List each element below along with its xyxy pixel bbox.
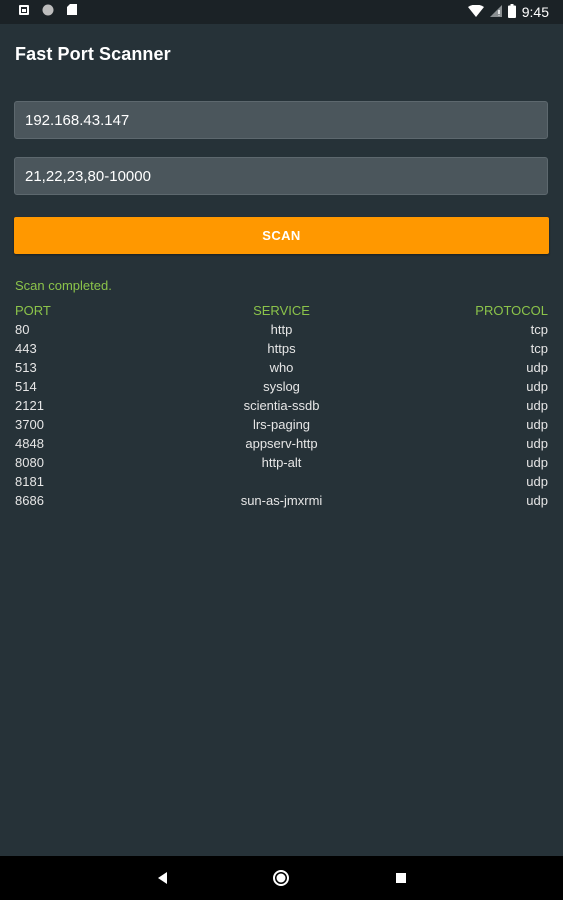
port-cell: 8686 bbox=[15, 493, 44, 508]
table-row: 4848 appserv-http udp bbox=[15, 434, 548, 453]
ports-input[interactable] bbox=[14, 157, 548, 195]
scan-button[interactable]: SCAN bbox=[14, 217, 549, 254]
table-header: PORT SERVICE PROTOCOL bbox=[15, 301, 548, 320]
service-cell: sun-as-jmxrmi bbox=[240, 493, 323, 508]
service-header: SERVICE bbox=[253, 303, 310, 318]
protocol-cell: udp bbox=[526, 398, 548, 413]
service-cell: lrs-paging bbox=[252, 417, 311, 432]
navigation-bar bbox=[0, 856, 563, 900]
service-cell: scientia-ssdb bbox=[243, 398, 320, 413]
ip-address-input[interactable] bbox=[14, 101, 548, 139]
table-row: 80 http tcp bbox=[15, 320, 548, 339]
circle-notification-icon bbox=[42, 3, 54, 21]
port-cell: 4848 bbox=[15, 436, 44, 451]
port-cell: 443 bbox=[15, 341, 37, 356]
recents-icon[interactable] bbox=[392, 869, 410, 887]
protocol-cell: udp bbox=[526, 455, 548, 470]
service-cell: syslog bbox=[263, 379, 300, 394]
back-icon[interactable] bbox=[153, 869, 171, 887]
service-cell: http bbox=[270, 322, 293, 337]
protocol-cell: udp bbox=[526, 360, 548, 375]
port-cell: 8080 bbox=[15, 455, 44, 470]
port-cell: 8181 bbox=[15, 474, 44, 489]
results-table: PORT SERVICE PROTOCOL 80 http tcp 443 ht… bbox=[15, 301, 548, 510]
table-row: 513 who udp bbox=[15, 358, 548, 377]
photo-notification-icon bbox=[18, 3, 30, 21]
app-title: Fast Port Scanner bbox=[15, 43, 171, 64]
port-cell: 514 bbox=[15, 379, 37, 394]
table-row: 443 https tcp bbox=[15, 339, 548, 358]
service-cell: who bbox=[269, 360, 294, 375]
service-cell: http-alt bbox=[261, 455, 302, 470]
status-bar: 9:45 bbox=[0, 0, 563, 24]
table-row: 8080 http-alt udp bbox=[15, 453, 548, 472]
home-icon[interactable] bbox=[272, 869, 290, 887]
port-cell: 80 bbox=[15, 322, 30, 337]
protocol-header: PROTOCOL bbox=[475, 303, 548, 318]
protocol-cell: udp bbox=[526, 379, 548, 394]
port-header: PORT bbox=[15, 303, 51, 318]
clock: 9:45 bbox=[521, 4, 549, 20]
status-bar-system: 9:45 bbox=[467, 3, 549, 21]
wifi-icon bbox=[467, 4, 484, 20]
protocol-cell: tcp bbox=[530, 322, 548, 337]
table-row: 8181 udp bbox=[15, 472, 548, 491]
protocol-cell: udp bbox=[526, 474, 548, 489]
port-cell: 513 bbox=[15, 360, 37, 375]
app-bar: Fast Port Scanner bbox=[0, 24, 563, 84]
status-bar-notifications bbox=[18, 3, 78, 21]
battery-icon bbox=[507, 3, 516, 21]
table-row: 2121 scientia-ssdb udp bbox=[15, 396, 548, 415]
protocol-cell: udp bbox=[526, 417, 548, 432]
service-cell: appserv-http bbox=[245, 436, 318, 451]
table-row: 8686 sun-as-jmxrmi udp bbox=[15, 491, 548, 510]
protocol-cell: tcp bbox=[530, 341, 548, 356]
service-cell: https bbox=[267, 341, 296, 356]
port-cell: 3700 bbox=[15, 417, 44, 432]
sd-card-icon bbox=[66, 3, 78, 21]
port-cell: 2121 bbox=[15, 398, 44, 413]
scan-status: Scan completed. bbox=[15, 278, 112, 293]
table-row: 514 syslog udp bbox=[15, 377, 548, 396]
protocol-cell: udp bbox=[526, 436, 548, 451]
no-signal-icon bbox=[489, 4, 502, 20]
protocol-cell: udp bbox=[526, 493, 548, 508]
table-row: 3700 lrs-paging udp bbox=[15, 415, 548, 434]
